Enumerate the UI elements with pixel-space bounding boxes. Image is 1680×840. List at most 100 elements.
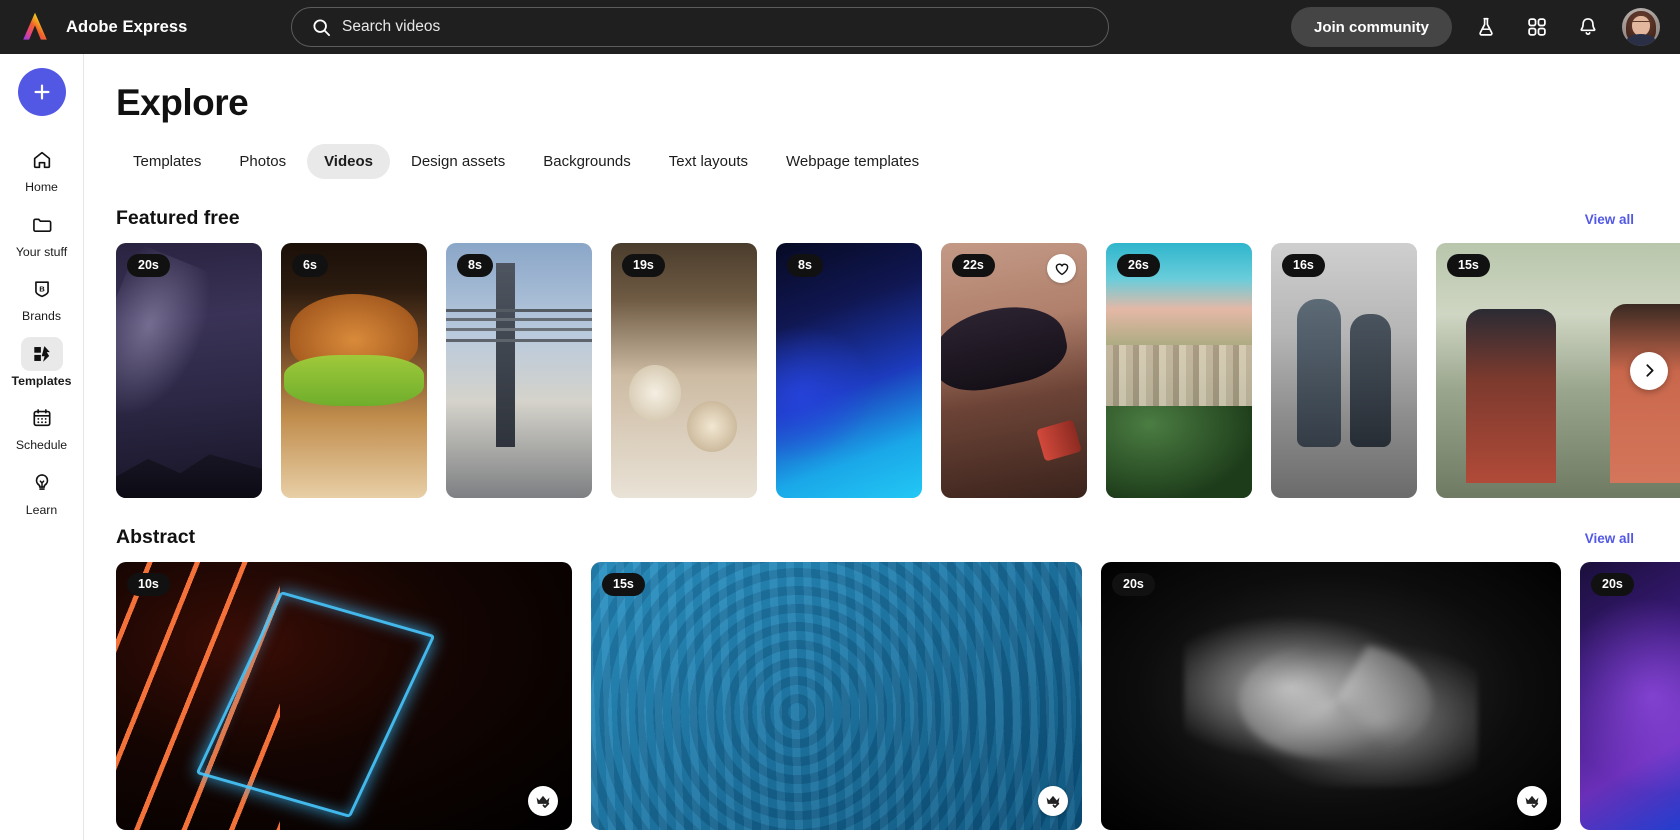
- tab-photos[interactable]: Photos: [222, 144, 303, 179]
- section-abstract: Abstract View all 10s 15s 20s 20s: [116, 526, 1680, 830]
- thumbnail: [611, 243, 757, 498]
- heart-icon: [1055, 263, 1068, 275]
- video-card-blue-gradient[interactable]: 8s: [776, 243, 922, 498]
- video-card-purple-gradient[interactable]: 20s: [1580, 562, 1680, 830]
- sidebar-item-label: Your stuff: [15, 244, 68, 259]
- avatar-face: [1632, 16, 1650, 36]
- main-content: Explore Templates Photos Videos Design a…: [84, 54, 1680, 840]
- tab-videos[interactable]: Videos: [307, 144, 390, 179]
- content-type-tabs: Templates Photos Videos Design assets Ba…: [116, 144, 1680, 179]
- tab-templates[interactable]: Templates: [116, 144, 218, 179]
- thumbnail: [1580, 562, 1680, 830]
- home-icon-wrap: [21, 143, 63, 177]
- favorite-button[interactable]: [1047, 254, 1076, 283]
- home-icon: [33, 151, 50, 169]
- thumbnail: [446, 243, 592, 498]
- video-card-eye-makeup[interactable]: 22s: [941, 243, 1087, 498]
- duration-badge: 10s: [127, 573, 170, 596]
- section-header: Abstract View all: [116, 526, 1680, 549]
- avatar-body: [1627, 34, 1655, 46]
- sidebar-item-brands[interactable]: B Brands: [5, 265, 79, 330]
- video-card-blue-ripples[interactable]: 15s: [591, 562, 1082, 830]
- apps-grid-icon: [1528, 18, 1546, 36]
- page-title: Explore: [116, 82, 249, 123]
- search-bar[interactable]: Search videos: [291, 7, 1109, 47]
- sidebar-item-home[interactable]: Home: [5, 136, 79, 201]
- brand-name: Adobe Express: [66, 17, 188, 36]
- tab-design-assets[interactable]: Design assets: [394, 144, 522, 179]
- sidebar-item-your-stuff[interactable]: Your stuff: [5, 201, 79, 266]
- lightbulb-icon: [35, 473, 48, 490]
- duration-badge: 26s: [1117, 254, 1160, 277]
- crown-check-icon: [1046, 795, 1060, 808]
- video-card-white-smoke[interactable]: 20s: [1101, 562, 1561, 830]
- flask-icon-button[interactable]: [1469, 10, 1503, 44]
- thumbnail: [591, 562, 1082, 830]
- carousel-next-button[interactable]: [1630, 351, 1668, 390]
- sidebar-item-label: Templates: [11, 373, 72, 388]
- sidebar-item-templates[interactable]: Templates: [5, 330, 79, 395]
- duration-badge: 16s: [1282, 254, 1325, 277]
- bell-icon-button[interactable]: [1571, 10, 1605, 44]
- top-bar: Adobe Express Search videos Join communi…: [0, 0, 1680, 54]
- join-community-button[interactable]: Join community: [1290, 7, 1452, 47]
- duration-badge: 22s: [952, 254, 995, 277]
- duration-badge: 19s: [622, 254, 665, 277]
- brand-shield-icon: B: [34, 281, 49, 298]
- crown-check-icon: [536, 795, 550, 808]
- tab-webpage-templates[interactable]: Webpage templates: [769, 144, 936, 179]
- plus-icon: [33, 84, 50, 100]
- bell-icon: [1580, 18, 1596, 35]
- folder-icon: [32, 218, 51, 232]
- sidebar-item-learn[interactable]: Learn: [5, 459, 79, 524]
- calendar-icon-wrap: [21, 401, 63, 435]
- duration-badge: 20s: [1591, 573, 1634, 596]
- tab-backgrounds[interactable]: Backgrounds: [526, 144, 648, 179]
- sidebar-item-label: Schedule: [15, 438, 68, 453]
- sidebar-item-label: Brands: [22, 309, 61, 324]
- section-featured-free: Featured free View all 20s 6s 8s 19s 8s …: [116, 207, 1680, 498]
- avatar[interactable]: [1622, 8, 1660, 46]
- apps-grid-icon-button[interactable]: [1520, 10, 1554, 44]
- video-card-coastal-city[interactable]: 26s: [1106, 243, 1252, 498]
- top-bar-actions: Join community: [1290, 7, 1660, 47]
- duration-badge: 8s: [457, 254, 493, 277]
- folder-icon-wrap: [21, 208, 63, 242]
- duration-badge: 20s: [1112, 573, 1155, 596]
- video-card-bridge[interactable]: 8s: [446, 243, 592, 498]
- sidebar: Home Your stuff B Brands Templates Sched…: [0, 54, 84, 840]
- crown-check-icon: [1525, 795, 1539, 808]
- create-new-button[interactable]: [17, 68, 66, 116]
- view-all-link[interactable]: View all: [1585, 212, 1634, 227]
- duration-badge: 6s: [292, 254, 328, 277]
- sidebar-item-label: Learn: [25, 502, 58, 517]
- tab-text-layouts[interactable]: Text layouts: [652, 144, 765, 179]
- search-input-placeholder[interactable]: Search videos: [342, 18, 440, 36]
- carousel-featured-free: 20s 6s 8s 19s 8s 22s 26s 16s 15s: [116, 243, 1680, 498]
- thumbnail: [281, 243, 427, 498]
- avatar-glasses: [1632, 21, 1650, 26]
- section-title: Abstract: [116, 526, 196, 548]
- video-card-neon-triangle[interactable]: 10s: [116, 562, 572, 830]
- sidebar-item-label: Home: [25, 180, 58, 194]
- duration-badge: 15s: [1447, 254, 1490, 277]
- video-card-dinner-table[interactable]: 19s: [611, 243, 757, 498]
- duration-badge: 15s: [602, 573, 645, 596]
- premium-badge: [1517, 786, 1547, 816]
- body: Home Your stuff B Brands Templates Sched…: [0, 54, 1680, 840]
- video-card-night-sky[interactable]: 20s: [116, 243, 262, 498]
- flask-icon: [1479, 17, 1493, 36]
- thumbnail: [1101, 562, 1561, 830]
- duration-badge: 20s: [127, 254, 170, 277]
- view-all-link[interactable]: View all: [1585, 531, 1634, 546]
- thumbnail: [1106, 243, 1252, 498]
- calendar-icon: [32, 409, 51, 427]
- video-card-burger[interactable]: 6s: [281, 243, 427, 498]
- chevron-right-icon: [1645, 364, 1654, 377]
- sidebar-item-schedule[interactable]: Schedule: [5, 394, 79, 459]
- thumbnail: [1271, 243, 1417, 498]
- thumbnail: [116, 562, 572, 830]
- brand[interactable]: Adobe Express: [18, 11, 283, 43]
- video-card-boxing[interactable]: 16s: [1271, 243, 1417, 498]
- duration-badge: 8s: [787, 254, 823, 277]
